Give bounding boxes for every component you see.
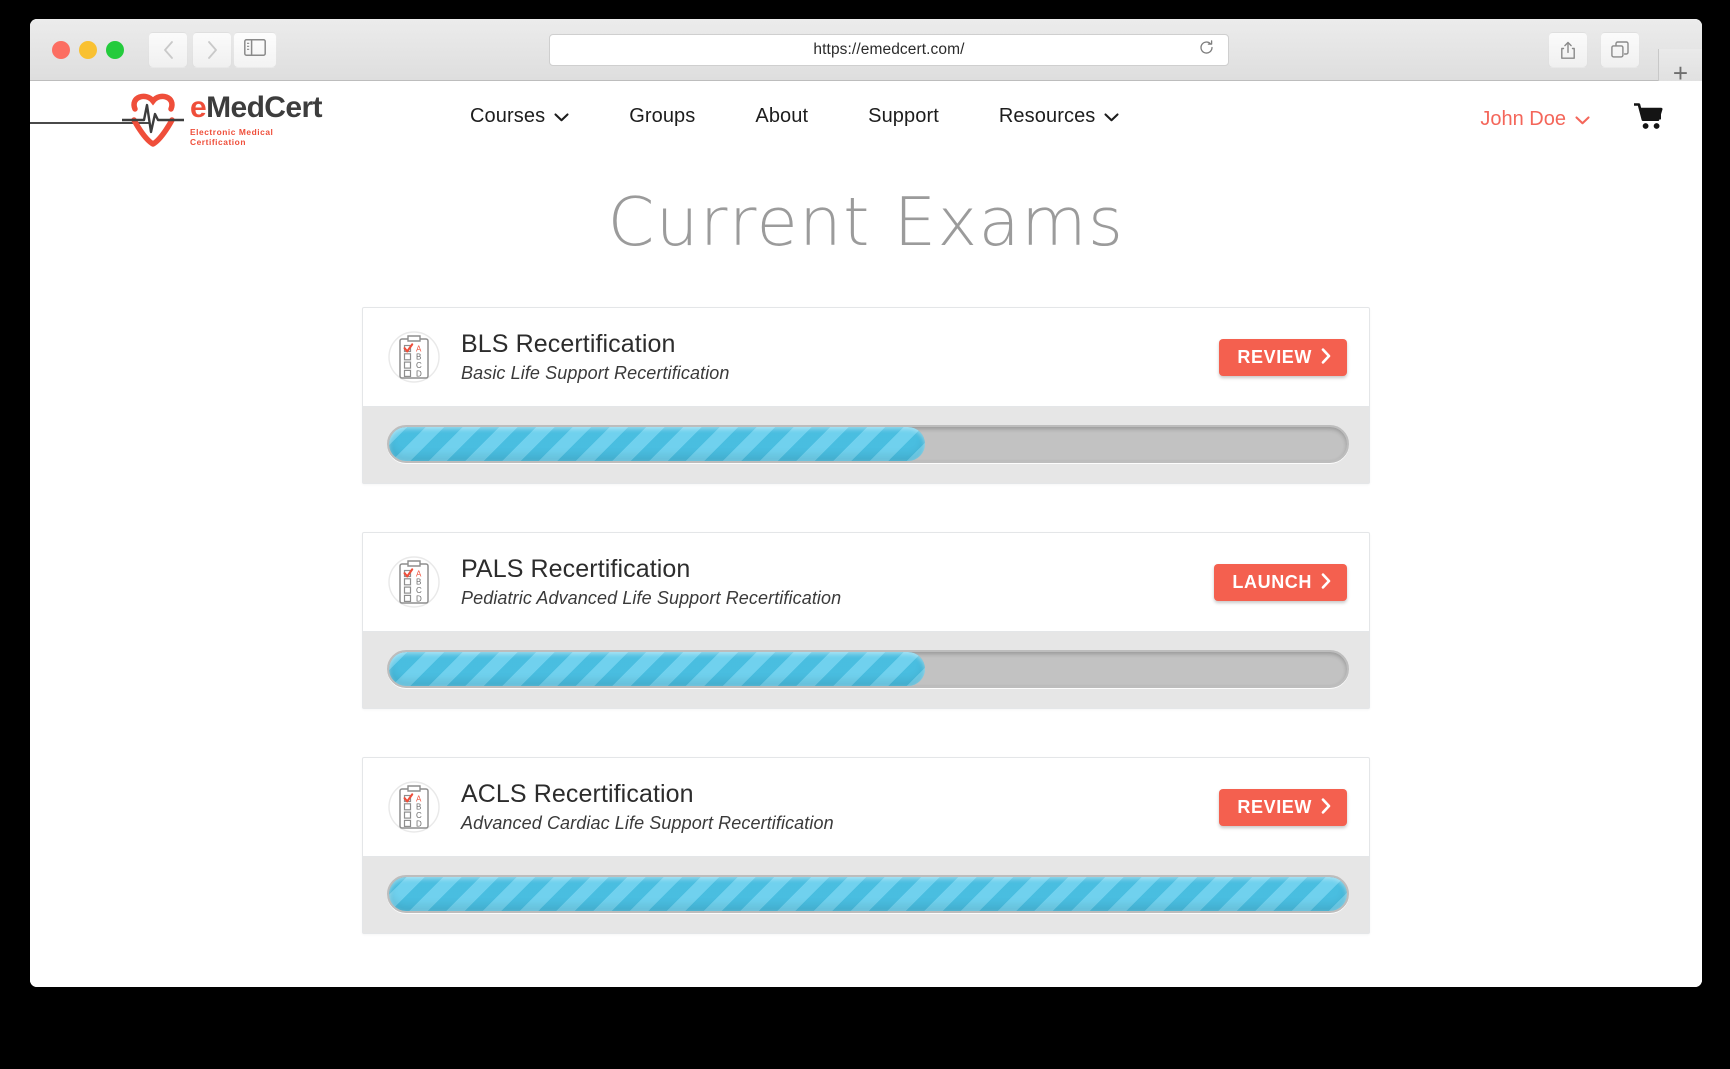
- chevron-right-icon: [1321, 572, 1331, 592]
- site-logo[interactable]: eMedCert Electronic Medical Certificatio…: [30, 87, 330, 149]
- sidebar-icon: [244, 39, 266, 61]
- exam-meta: PALS Recertification Pediatric Advanced …: [461, 555, 1214, 609]
- page-title: Current Exams: [607, 183, 1125, 261]
- exam-card: A B C D BLS Recertification Basic Life S…: [362, 307, 1370, 484]
- chevron-right-icon: [1321, 797, 1331, 817]
- exam-title: PALS Recertification: [461, 555, 691, 584]
- zoom-window-button[interactable]: [106, 41, 124, 59]
- progress-track: [387, 425, 1349, 463]
- action-button-label: REVIEW: [1237, 797, 1312, 817]
- address-bar[interactable]: https://emedcert.com/: [549, 34, 1229, 66]
- heartbeat-logo-icon: [120, 87, 186, 154]
- account-menu[interactable]: John Doe: [1480, 108, 1590, 131]
- page-content: eMedCert Electronic Medical Certificatio…: [30, 81, 1702, 987]
- back-button[interactable]: [148, 32, 188, 68]
- exam-progress-zone: [363, 406, 1369, 483]
- exam-title: BLS Recertification: [461, 330, 676, 359]
- review-button[interactable]: REVIEW: [1219, 788, 1347, 826]
- exam-card: A B C D PALS Recertification Pediatric A…: [362, 532, 1370, 709]
- exam-sheet-icon: A B C D: [387, 553, 441, 611]
- forward-button[interactable]: [192, 32, 232, 68]
- logo-name: eMedCert: [190, 93, 330, 123]
- url-text: https://emedcert.com/: [813, 41, 965, 58]
- account-name-label: John Doe: [1480, 107, 1566, 130]
- logo-name-med: Med: [206, 91, 265, 124]
- tab-overview-button[interactable]: [1600, 32, 1640, 68]
- chevron-right-icon: [207, 41, 218, 59]
- action-button-label: REVIEW: [1237, 347, 1312, 367]
- exam-card-header: A B C D ACLS Recertification Advanced Ca…: [363, 758, 1369, 856]
- chevron-down-icon: [554, 105, 569, 128]
- nav-item-groups[interactable]: Groups: [629, 105, 695, 128]
- chevron-right-icon: [1321, 347, 1331, 367]
- exam-action: REVIEW: [1219, 338, 1347, 376]
- site-header: eMedCert Electronic Medical Certificatio…: [30, 81, 1702, 159]
- exam-card-header: A B C D BLS Recertification Basic Life S…: [363, 308, 1369, 406]
- svg-text:D: D: [416, 369, 422, 378]
- nav-item-resources[interactable]: Resources: [999, 105, 1120, 128]
- exam-subtitle: Basic Life Support Recertification: [461, 362, 730, 383]
- browser-nav-buttons: [148, 32, 232, 68]
- close-window-button[interactable]: [52, 41, 70, 59]
- minimize-window-button[interactable]: [79, 41, 97, 59]
- shopping-cart-icon[interactable]: [1633, 103, 1664, 135]
- exam-card-header: A B C D PALS Recertification Pediatric A…: [363, 533, 1369, 631]
- progress-fill: [389, 652, 926, 686]
- review-button[interactable]: REVIEW: [1219, 338, 1347, 376]
- chevron-down-icon: [1575, 108, 1590, 131]
- nav-item-label: About: [755, 105, 809, 127]
- launch-button[interactable]: LAUNCH: [1214, 563, 1347, 601]
- share-button[interactable]: [1548, 32, 1588, 68]
- chevron-down-icon: [1104, 105, 1119, 128]
- exam-sheet-icon: A B C D: [387, 778, 441, 836]
- exam-progress-zone: [363, 856, 1369, 933]
- nav-item-about[interactable]: About: [755, 105, 808, 128]
- show-sidebar-button[interactable]: [233, 32, 277, 68]
- exam-sheet-icon: A B C D: [387, 328, 441, 386]
- action-button-label: LAUNCH: [1232, 572, 1312, 592]
- chevron-left-icon: [163, 41, 174, 59]
- progress-track: [387, 650, 1349, 688]
- reload-icon[interactable]: [1199, 40, 1214, 60]
- exam-meta: BLS Recertification Basic Life Support R…: [461, 330, 1219, 384]
- exam-action: LAUNCH: [1214, 563, 1347, 601]
- nav-item-label: Resources: [998, 105, 1096, 127]
- logo-name-e: e: [190, 91, 207, 124]
- logo-wordmark: eMedCert Electronic Medical Certificatio…: [190, 93, 330, 148]
- exam-meta: ACLS Recertification Advanced Cardiac Li…: [461, 780, 1219, 834]
- exam-list: A B C D BLS Recertification Basic Life S…: [362, 307, 1370, 934]
- window-traffic-lights: [52, 41, 124, 59]
- account-area: John Doe: [1480, 103, 1664, 135]
- nav-item-label: Courses: [470, 105, 546, 127]
- share-icon: [1560, 41, 1576, 60]
- nav-item-label: Groups: [629, 105, 696, 127]
- browser-titlebar: https://emedcert.com/ +: [30, 19, 1702, 97]
- progress-fill: [389, 877, 1347, 911]
- main-navigation: Courses Groups About Support Resources: [470, 105, 1119, 128]
- browser-window: https://emedcert.com/ + eMedCert Electro…: [30, 19, 1702, 987]
- logo-tagline: Electronic Medical Certification: [190, 127, 274, 147]
- progress-track: [387, 875, 1349, 913]
- exam-subtitle: Advanced Cardiac Life Support Recertific…: [461, 812, 834, 833]
- progress-fill: [389, 427, 926, 461]
- svg-text:D: D: [416, 819, 422, 828]
- tabs-icon: [1611, 41, 1629, 59]
- nav-item-support[interactable]: Support: [868, 105, 939, 128]
- browser-right-buttons: [1548, 32, 1640, 68]
- svg-text:D: D: [416, 594, 422, 603]
- nav-item-courses[interactable]: Courses: [470, 105, 569, 128]
- exam-action: REVIEW: [1219, 788, 1347, 826]
- exam-card: A B C D ACLS Recertification Advanced Ca…: [362, 757, 1370, 934]
- exam-title: ACLS Recertification: [461, 780, 694, 809]
- exam-subtitle: Pediatric Advanced Life Support Recertif…: [461, 587, 842, 608]
- exam-progress-zone: [363, 631, 1369, 708]
- logo-name-cert: Cert: [264, 91, 322, 124]
- nav-item-label: Support: [868, 105, 939, 127]
